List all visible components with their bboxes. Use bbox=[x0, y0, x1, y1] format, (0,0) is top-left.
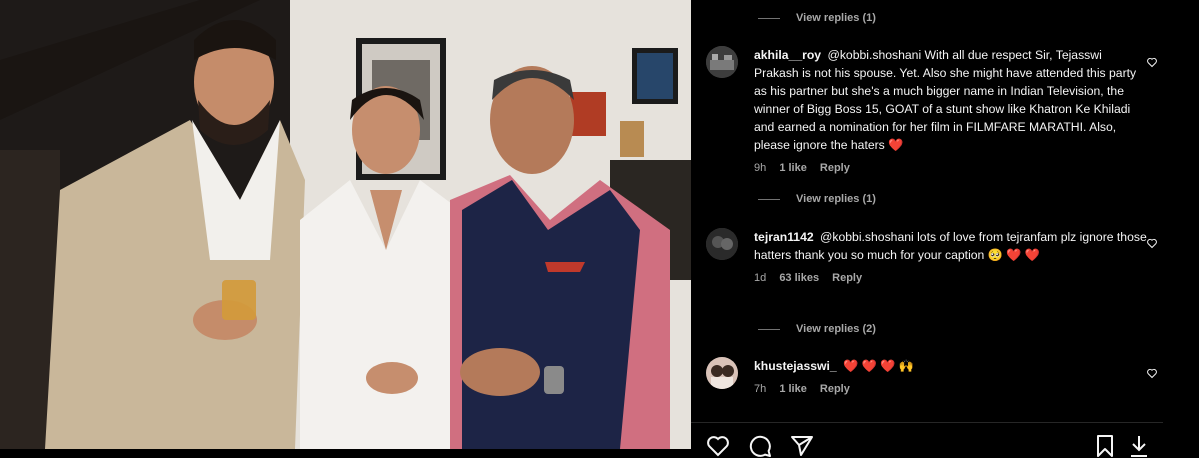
view-replies-button[interactable]: View replies (1) bbox=[758, 12, 876, 24]
comment-username[interactable]: khustejasswi_ bbox=[754, 359, 837, 373]
heart-icon[interactable] bbox=[1146, 237, 1158, 249]
comments-panel: View replies (1) akhila__roy @kobbi.shos… bbox=[691, 0, 1199, 457]
comment-meta: 9h 1 like Reply bbox=[754, 159, 1149, 177]
view-replies-button[interactable]: View replies (2) bbox=[758, 323, 876, 335]
comment-meta: 7h 1 like Reply bbox=[754, 380, 1149, 398]
comment-body: khustejasswi_ ❤️ ❤️ ❤️ 🙌 7h 1 like Reply bbox=[754, 357, 1149, 398]
avatar[interactable] bbox=[706, 357, 738, 389]
share-icon[interactable] bbox=[790, 434, 814, 458]
reply-button[interactable]: Reply bbox=[832, 272, 862, 284]
comment-likes[interactable]: 1 like bbox=[779, 383, 807, 395]
comment-username[interactable]: akhila__roy bbox=[754, 48, 821, 62]
comment-body: akhila__roy @kobbi.shoshani With all due… bbox=[754, 46, 1149, 177]
view-replies-label: View replies (2) bbox=[796, 323, 876, 335]
replies-line bbox=[758, 328, 780, 330]
action-bar bbox=[706, 434, 814, 458]
view-replies-button[interactable]: View replies (1) bbox=[758, 193, 876, 205]
comment-text: @kobbi.shoshani With all due respect Sir… bbox=[754, 48, 1137, 152]
replies-line bbox=[758, 17, 780, 19]
comment-username[interactable]: tejran1142 bbox=[754, 230, 814, 244]
comment-time: 7h bbox=[754, 383, 767, 395]
heart-icon[interactable] bbox=[1146, 367, 1158, 379]
comment-time: 1d bbox=[754, 272, 767, 284]
comment-text: ❤️ ❤️ ❤️ 🙌 bbox=[843, 359, 914, 373]
download-icon[interactable] bbox=[1127, 434, 1151, 458]
comment-likes[interactable]: 63 likes bbox=[779, 272, 819, 284]
view-replies-label: View replies (1) bbox=[796, 193, 876, 205]
comment-meta: 1d 63 likes Reply bbox=[754, 269, 1149, 287]
post-photo[interactable] bbox=[0, 0, 691, 449]
comment-likes[interactable]: 1 like bbox=[779, 162, 807, 174]
replies-line bbox=[758, 198, 780, 200]
bookmark-icon[interactable] bbox=[1093, 434, 1117, 458]
post-photo-illustration bbox=[0, 0, 691, 449]
avatar[interactable] bbox=[706, 46, 738, 78]
heart-icon[interactable] bbox=[706, 434, 730, 458]
comment-time: 9h bbox=[754, 162, 767, 174]
reply-button[interactable]: Reply bbox=[820, 162, 850, 174]
comment-body: tejran1142 @kobbi.shoshani lots of love … bbox=[754, 228, 1149, 287]
view-replies-label: View replies (1) bbox=[796, 12, 876, 24]
divider bbox=[691, 422, 1163, 423]
heart-icon[interactable] bbox=[1146, 56, 1158, 68]
comment-icon[interactable] bbox=[748, 434, 772, 458]
reply-button[interactable]: Reply bbox=[820, 383, 850, 395]
avatar[interactable] bbox=[706, 228, 738, 260]
